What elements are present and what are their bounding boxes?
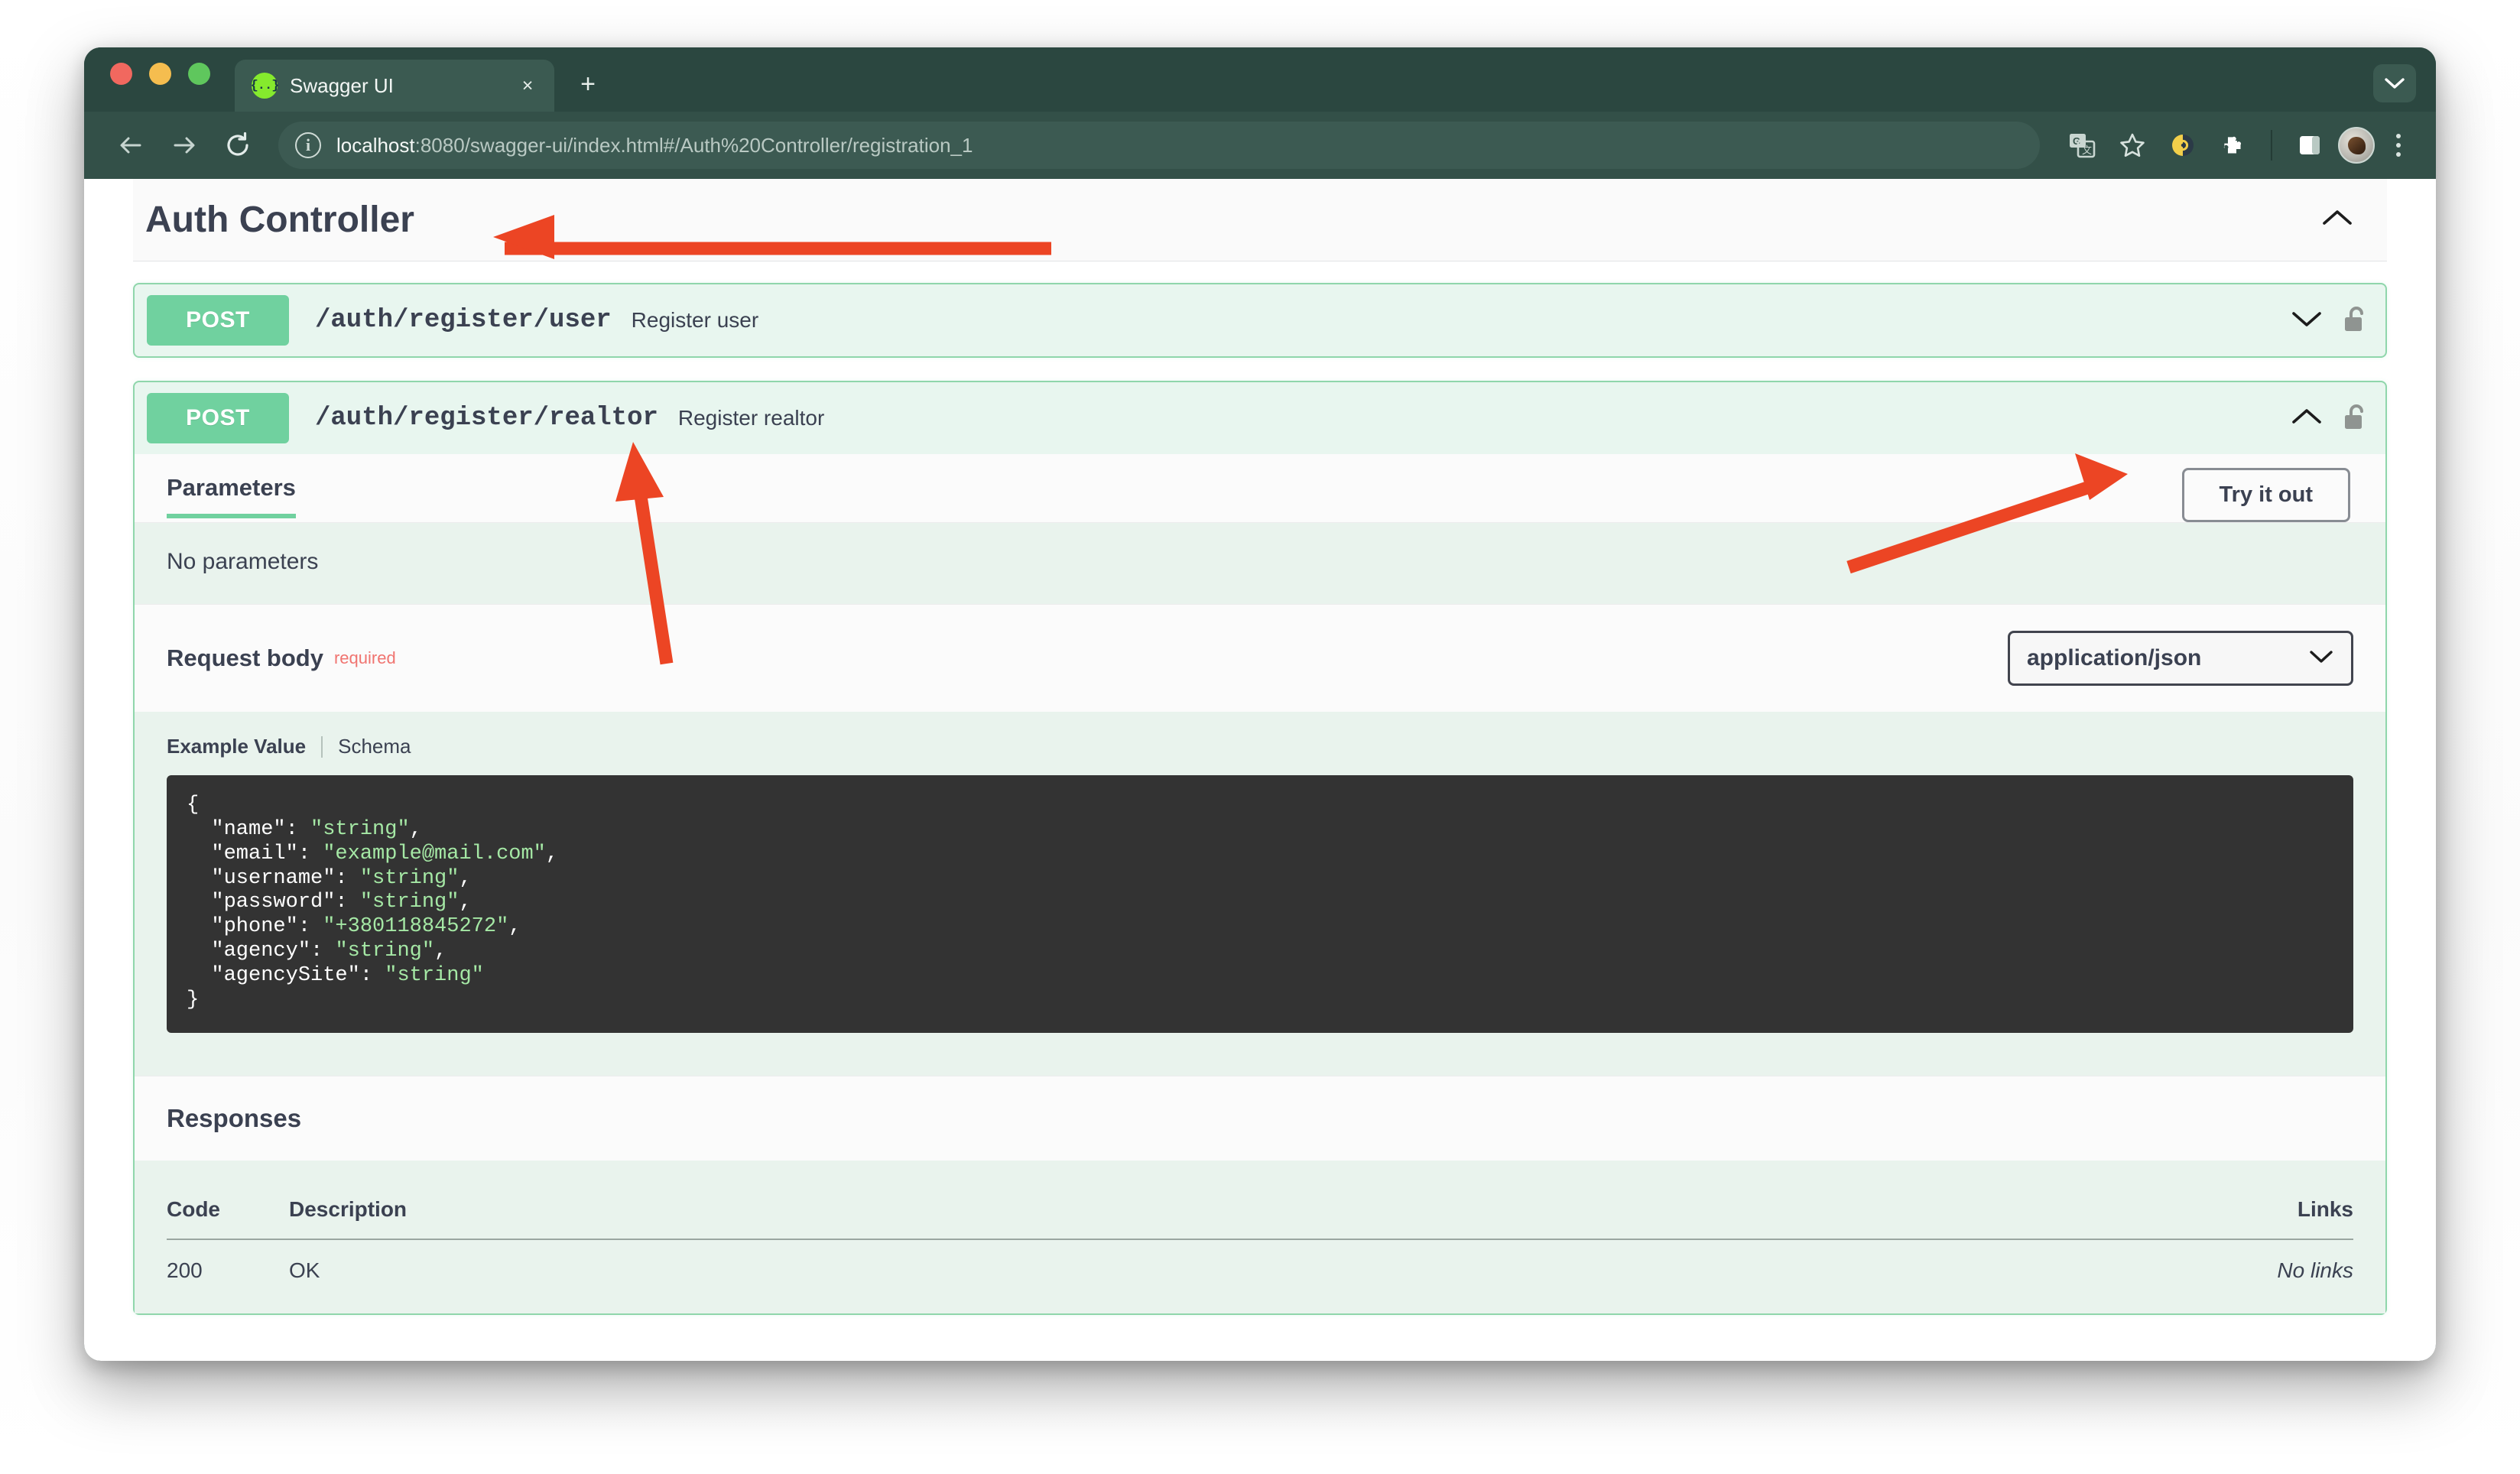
chevron-down-icon-tab-list[interactable]: [2373, 64, 2416, 102]
maximize-window-button[interactable]: [188, 62, 210, 85]
responses-table: Code Description Links 200 OK No links: [167, 1184, 2353, 1283]
tab-parameters[interactable]: Parameters: [167, 474, 296, 518]
profile-avatar[interactable]: [2338, 127, 2375, 164]
translate-icon[interactable]: G 文: [2060, 123, 2104, 167]
responses-table-header-row: Code Description Links: [167, 1184, 2353, 1240]
operation-path: /auth/register/user: [315, 306, 612, 335]
browser-menu-kebab-icon[interactable]: [2381, 123, 2416, 167]
operation-summary: Register realtor: [677, 406, 825, 430]
minimize-window-button[interactable]: [149, 62, 171, 85]
tab-separator: [321, 735, 323, 758]
side-panel-icon[interactable]: [2288, 123, 2332, 167]
opblock-summary-register-realtor[interactable]: POST /auth/register/realtor Register rea…: [135, 382, 2385, 454]
desktop-backdrop: {..} Swagger UI × + i localhost:8080/swa…: [0, 0, 2520, 1474]
parameters-section: No parameters: [135, 523, 2385, 604]
parameters-tab-row: Parameters Try it out: [135, 454, 2385, 523]
extension-badge-icon[interactable]: [2161, 123, 2205, 167]
opblock-post-auth-register-user[interactable]: POST /auth/register/user Register user: [133, 283, 2387, 358]
code-value-agency: "string": [335, 940, 435, 963]
unlocked-padlock-icon[interactable]: [2343, 402, 2369, 434]
http-method-badge: POST: [147, 393, 289, 443]
request-body-label: Request body: [167, 644, 323, 671]
http-method-badge: POST: [147, 295, 289, 346]
browser-tab-title: Swagger UI: [290, 73, 394, 97]
response-description: OK: [289, 1258, 320, 1282]
swagger-favicon-icon: {..}: [251, 73, 279, 99]
site-info-icon[interactable]: i: [295, 132, 321, 158]
code-value-name: "string": [310, 817, 410, 841]
page-bottom-filler: [135, 1282, 2385, 1313]
address-bar-host: localhost: [336, 133, 415, 157]
page-title: Auth Controller: [145, 200, 414, 240]
chevron-up-icon-tag-collapse[interactable]: [2321, 208, 2361, 232]
example-value-area: Example Value Schema { "name": "string",…: [135, 712, 2385, 1076]
browser-tab-swagger-ui[interactable]: {..} Swagger UI ×: [235, 60, 554, 112]
code-value-agencysite: "string": [385, 964, 484, 988]
browser-window: {..} Swagger UI × + i localhost:8080/swa…: [84, 47, 2436, 1361]
chevron-down-icon-media-type: [2308, 645, 2334, 671]
required-badge: required: [333, 648, 396, 667]
opblock-post-auth-register-realtor[interactable]: POST /auth/register/realtor Register rea…: [133, 381, 2387, 1315]
code-line-close: }: [187, 988, 200, 1011]
window-traffic-lights: [110, 47, 210, 112]
forward-button[interactable]: [161, 122, 208, 169]
unlocked-padlock-icon[interactable]: [2343, 304, 2369, 336]
tab-example-value[interactable]: Example Value: [167, 735, 306, 758]
no-parameters-text: No parameters: [167, 549, 319, 574]
puzzle-extension-icon[interactable]: [2211, 123, 2255, 167]
responses-title: Responses: [167, 1103, 302, 1132]
bookmark-star-icon[interactable]: [2110, 123, 2155, 167]
media-type-select[interactable]: application/json: [2008, 631, 2353, 686]
close-tab-icon[interactable]: ×: [515, 73, 541, 99]
address-bar-url: localhost:8080/swagger-ui/index.html#/Au…: [336, 134, 973, 157]
address-bar[interactable]: i localhost:8080/swagger-ui/index.html#/…: [278, 122, 2040, 169]
browser-toolbar: i localhost:8080/swagger-ui/index.html#/…: [84, 112, 2436, 179]
column-header-links: Links: [1542, 1184, 2353, 1240]
auth-controller-section: Auth Controller POST /auth/register/user…: [84, 179, 2436, 1315]
code-value-email: "example@mail.com": [323, 842, 546, 865]
toolbar-divider: [2271, 130, 2272, 161]
address-bar-path: :8080/swagger-ui/index.html#/Auth%20Cont…: [414, 133, 973, 157]
opblock-body: Parameters Try it out No parameters Requ…: [135, 454, 2385, 1313]
code-value-username: "string": [359, 866, 460, 890]
swagger-ui-root: Auth Controller POST /auth/register/user…: [84, 179, 2436, 1315]
operation-path: /auth/register/realtor: [315, 404, 658, 433]
media-type-selected-value: application/json: [2027, 645, 2202, 670]
code-value-phone: "+380118845272": [323, 915, 509, 939]
back-button[interactable]: [107, 122, 154, 169]
column-header-code: Code: [167, 1184, 289, 1240]
request-body-row: Request body required application/json: [135, 604, 2385, 712]
response-code: 200: [167, 1258, 203, 1282]
opblock-summary-register-user[interactable]: POST /auth/register/user Register user: [135, 284, 2385, 356]
browser-tab-strip: {..} Swagger UI × +: [84, 47, 2436, 112]
close-window-button[interactable]: [110, 62, 132, 85]
column-header-description: Description: [289, 1184, 1543, 1240]
chevron-down-icon-expand-operation[interactable]: [2291, 309, 2323, 333]
operation-summary: Register user: [631, 308, 759, 332]
reload-button[interactable]: [214, 122, 261, 169]
table-row: 200 OK No links: [167, 1239, 2353, 1283]
chevron-up-icon-collapse-operation[interactable]: [2291, 407, 2323, 430]
response-links: No links: [2277, 1258, 2353, 1282]
tab-schema[interactable]: Schema: [338, 735, 411, 758]
tag-header-auth-controller[interactable]: Auth Controller: [133, 179, 2387, 261]
responses-header: Responses: [135, 1075, 2385, 1161]
try-it-out-button[interactable]: Try it out: [2181, 468, 2350, 522]
new-tab-button[interactable]: +: [571, 67, 605, 101]
code-line: {: [187, 794, 200, 817]
svg-text:文: 文: [2082, 144, 2092, 156]
code-value-password: "string": [359, 891, 460, 914]
example-json-code-block[interactable]: { "name": "string", "email": "example@ma…: [167, 775, 2353, 1033]
responses-table-wrapper: Code Description Links 200 OK No links: [135, 1160, 2385, 1283]
page-viewport: Auth Controller POST /auth/register/user…: [84, 179, 2436, 1361]
example-schema-tabs: Example Value Schema: [167, 735, 2353, 758]
